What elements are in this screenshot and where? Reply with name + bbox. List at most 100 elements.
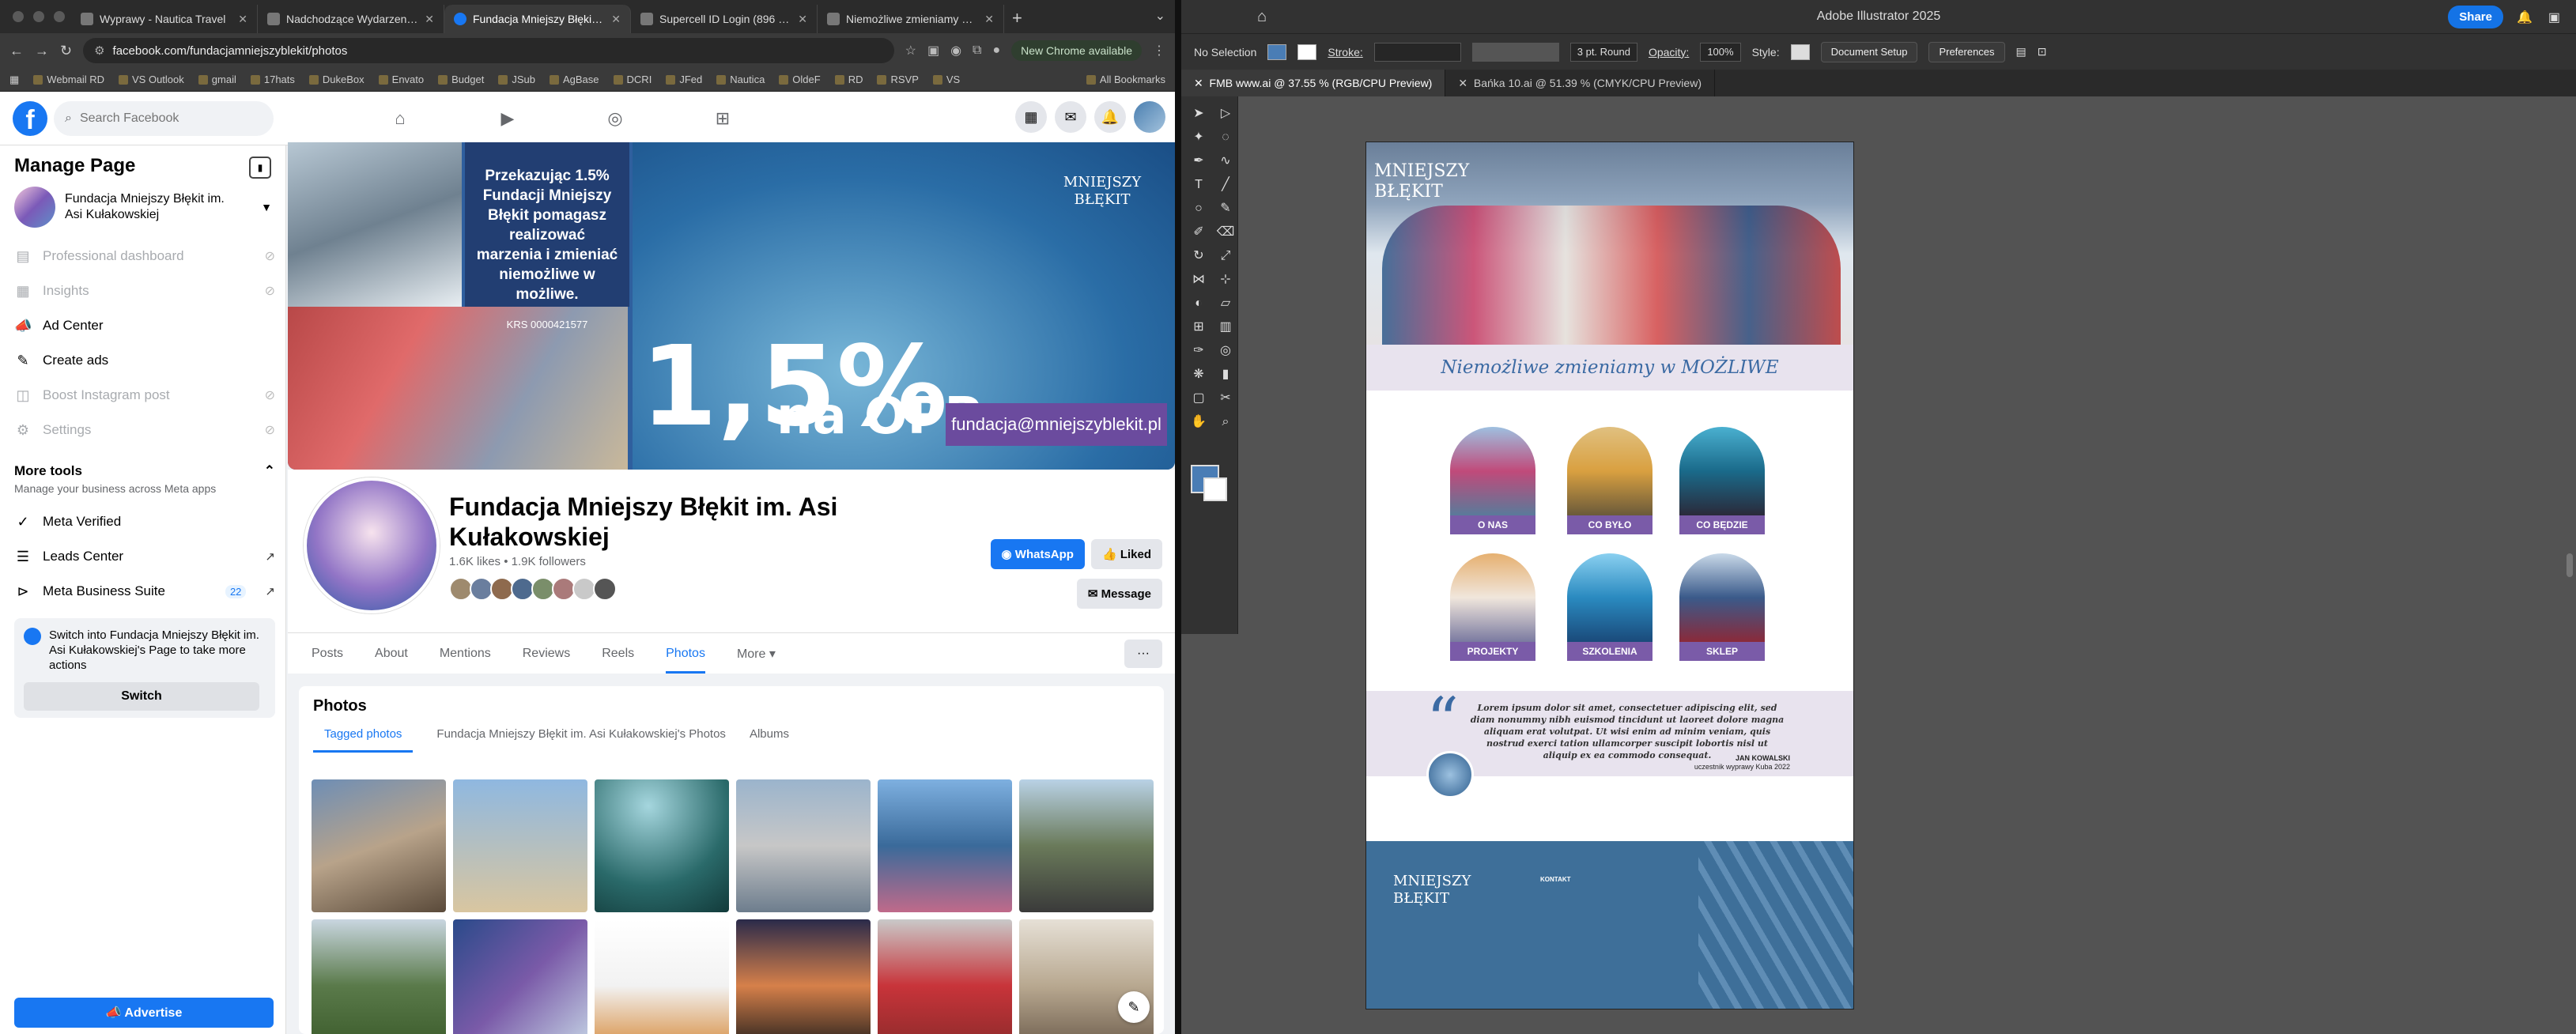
more-options-button[interactable]: ··· xyxy=(1124,639,1162,668)
compose-icon[interactable]: ✎ xyxy=(1118,991,1150,1023)
document-tab-active[interactable]: ✕ FMB www.ai @ 37.55 % (RGB/CPU Preview) xyxy=(1181,70,1446,96)
sidebar-item-meta-verified[interactable]: ✓ Meta Verified xyxy=(14,504,275,539)
sidebar-item-business-suite[interactable]: ⊳ Meta Business Suite 22 ↗ xyxy=(14,574,275,609)
bookmark[interactable]: gmail xyxy=(198,74,236,85)
fill-stroke-swatches[interactable] xyxy=(1191,465,1230,504)
subtab-tagged-photos[interactable]: Tagged photos xyxy=(313,727,414,753)
close-tab-icon[interactable]: ✕ xyxy=(984,13,994,26)
symbol-sprayer-tool-icon[interactable]: ❋ xyxy=(1188,364,1210,386)
menu-grid-icon[interactable]: ▦ xyxy=(1015,101,1047,133)
sidebar-item-insights[interactable]: ▦ Insights ⊘ xyxy=(14,274,275,308)
tab-posts[interactable]: Posts xyxy=(312,647,343,661)
bookmark[interactable]: 17hats xyxy=(250,74,295,85)
messenger-icon[interactable]: ✉ xyxy=(1055,101,1086,133)
opacity-field[interactable]: 100% xyxy=(1700,42,1741,62)
forward-icon[interactable]: → xyxy=(35,43,49,59)
subtab-albums[interactable]: Albums xyxy=(750,727,789,753)
scale-tool-icon[interactable]: ⤢ xyxy=(1214,245,1237,267)
shape-builder-tool-icon[interactable]: ◐ xyxy=(1188,292,1210,315)
bookmark[interactable]: RSVP xyxy=(877,74,919,85)
bookmark[interactable]: JSub xyxy=(498,74,535,85)
sidebar-item-leads-center[interactable]: ☰ Leads Center ↗ xyxy=(14,539,275,574)
fill-swatch[interactable] xyxy=(1267,43,1287,60)
pen-tool-icon[interactable]: ✒ xyxy=(1188,150,1210,172)
browser-tab-active[interactable]: Fundacja Mniejszy Błękit im. ✕ xyxy=(444,5,631,33)
width-tool-icon[interactable]: ⋈ xyxy=(1188,269,1210,291)
bookmark[interactable]: Budget xyxy=(438,74,484,85)
facebook-logo[interactable]: f xyxy=(13,101,47,136)
rotate-tool-icon[interactable]: ↻ xyxy=(1188,245,1210,267)
zoom-tool-icon[interactable]: ⌕ xyxy=(1214,411,1237,433)
column-graph-tool-icon[interactable]: ▮ xyxy=(1214,364,1237,386)
profile-picture[interactable] xyxy=(304,477,440,613)
selection-tool-icon[interactable]: ➤ xyxy=(1188,103,1210,125)
url-field[interactable]: ⚙ facebook.com/fundacjamniejszyblekit/ph… xyxy=(83,38,894,63)
browser-tab[interactable]: Supercell ID Login (896 424) ✕ xyxy=(631,5,818,33)
workspace-icon[interactable]: ▣ xyxy=(2548,9,2560,25)
sidebar-item-ad-center[interactable]: 📣 Ad Center xyxy=(14,308,275,343)
tab-mentions[interactable]: Mentions xyxy=(440,647,491,661)
stroke-swatch[interactable] xyxy=(1203,477,1227,501)
chevron-down-icon[interactable]: ▼ xyxy=(261,201,272,213)
sidebar-item-settings[interactable]: ⚙ Settings ⊘ xyxy=(14,413,275,447)
gradient-tool-icon[interactable]: ▥ xyxy=(1214,316,1237,338)
bell-icon[interactable]: 🔔 xyxy=(2517,9,2533,25)
cover-photo[interactable]: Przekazując 1.5% Fundacji Mniejszy Błęki… xyxy=(288,142,1175,470)
back-icon[interactable]: ← xyxy=(9,43,24,59)
follower-stats[interactable]: 1.6K likes • 1.9K followers xyxy=(449,555,586,568)
document-tab[interactable]: ✕ Bańka 10.ai @ 51.39 % (CMYK/CPU Previe… xyxy=(1445,70,1715,96)
stroke-weight-field[interactable] xyxy=(1373,42,1461,62)
bookmark[interactable]: JFed xyxy=(666,74,702,85)
bookmark[interactable]: AgBase xyxy=(549,74,599,85)
sidebar-item-professional-dashboard[interactable]: ▤ Professional dashboard ⊘ xyxy=(14,239,275,274)
close-tab-icon[interactable]: ✕ xyxy=(611,13,621,26)
sidebar-item-create-ads[interactable]: ✎ Create ads xyxy=(14,343,275,378)
style-swatch[interactable] xyxy=(1790,43,1810,60)
update-chrome-button[interactable]: New Chrome available xyxy=(1011,40,1142,61)
variable-width-field[interactable] xyxy=(1471,42,1559,62)
chevron-up-icon[interactable]: ⌃ xyxy=(264,463,275,479)
video-icon[interactable]: ▶ xyxy=(479,101,536,136)
extension-icon[interactable]: ◉ xyxy=(950,43,961,58)
bookmark[interactable]: VS Outlook xyxy=(119,74,184,85)
tab-reviews[interactable]: Reviews xyxy=(523,647,570,661)
new-tab-button[interactable]: + xyxy=(1004,8,1030,33)
eyedropper-tool-icon[interactable]: ✑ xyxy=(1188,340,1210,362)
reload-icon[interactable]: ↻ xyxy=(60,43,72,59)
panel-menu-icon[interactable]: ⊡ xyxy=(2038,45,2047,58)
perspective-tool-icon[interactable]: ▱ xyxy=(1214,292,1237,315)
photo-thumbnail[interactable] xyxy=(453,919,587,1034)
bookmark[interactable]: Webmail RD xyxy=(33,74,104,85)
maximize-window-button[interactable] xyxy=(54,11,65,22)
direct-selection-tool-icon[interactable]: ▷ xyxy=(1214,103,1237,125)
artboard-tool-icon[interactable]: ▢ xyxy=(1188,387,1210,409)
groups-icon[interactable]: ◎ xyxy=(587,101,644,136)
shaper-tool-icon[interactable]: ✐ xyxy=(1188,221,1210,243)
photo-thumbnail[interactable] xyxy=(878,919,1012,1034)
account-avatar[interactable] xyxy=(1134,101,1165,133)
photo-thumbnail[interactable] xyxy=(736,919,871,1034)
artboard[interactable]: MNIEJSZY BŁĘKIT Niemożliwe zmieniamy w M… xyxy=(1366,142,1853,1009)
home-icon[interactable]: ⌂ xyxy=(372,101,429,136)
hand-tool-icon[interactable]: ✋ xyxy=(1188,411,1210,433)
eraser-tool-icon[interactable]: ⌫ xyxy=(1214,221,1237,243)
brush-field[interactable]: 3 pt. Round xyxy=(1569,42,1637,62)
message-button[interactable]: ✉ Message xyxy=(1076,579,1162,609)
photo-thumbnail[interactable] xyxy=(595,779,729,912)
bookmark[interactable]: VS xyxy=(932,74,960,85)
lasso-tool-icon[interactable]: ◌ xyxy=(1214,126,1237,149)
liked-button[interactable]: 👍 Liked xyxy=(1090,539,1162,569)
search-input[interactable] xyxy=(79,111,238,126)
avatar[interactable] xyxy=(593,577,617,601)
line-tool-icon[interactable]: ╱ xyxy=(1214,174,1237,196)
tab-reels[interactable]: Reels xyxy=(602,647,634,661)
star-icon[interactable]: ☆ xyxy=(905,43,916,58)
bookmark[interactable]: DCRI xyxy=(613,74,652,85)
search-box[interactable]: ⌕ xyxy=(54,101,274,136)
photo-thumbnail[interactable] xyxy=(1019,779,1154,912)
site-info-icon[interactable]: ⚙ xyxy=(94,43,104,58)
whatsapp-button[interactable]: ◉ WhatsApp xyxy=(990,539,1085,569)
minimize-window-button[interactable] xyxy=(33,11,44,22)
photo-thumbnail[interactable] xyxy=(736,779,871,912)
all-bookmarks[interactable]: All Bookmarks xyxy=(1086,74,1165,85)
